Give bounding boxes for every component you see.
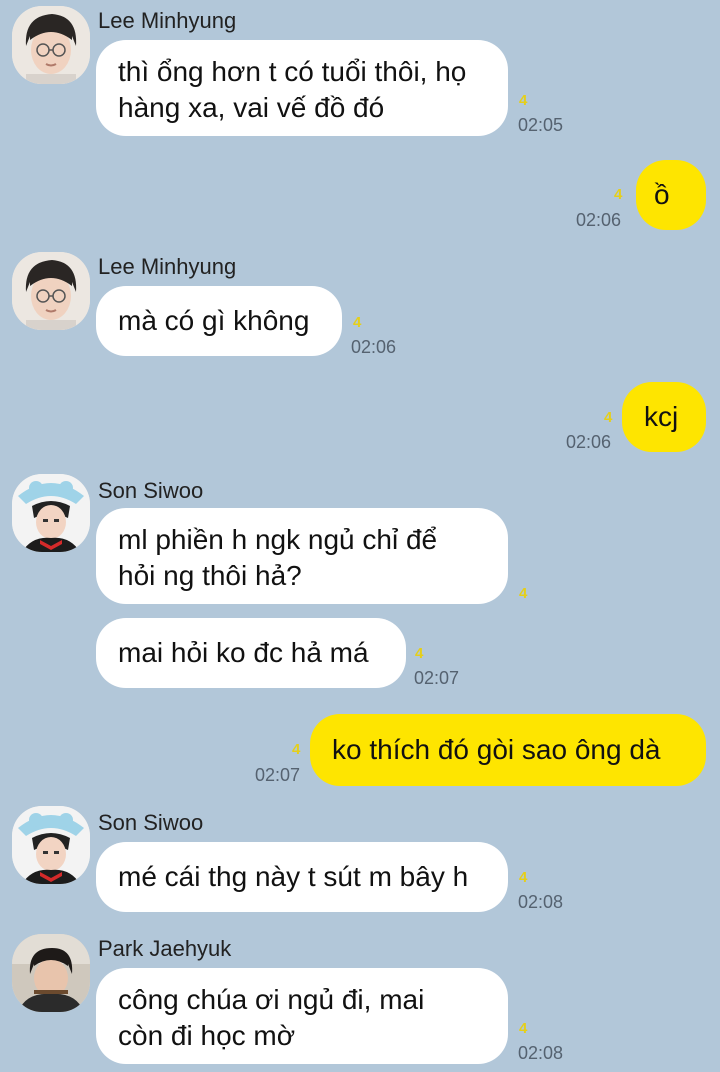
avatar-image bbox=[12, 6, 90, 84]
message-bubble-mine[interactable]: kcj bbox=[622, 382, 706, 452]
message-line: ồ bbox=[654, 179, 670, 210]
avatar-image bbox=[12, 252, 90, 330]
message-time: 02:07 bbox=[255, 765, 301, 785]
unread-count: 4 bbox=[519, 585, 528, 602]
message-line: mai hỏi ko đc hả má bbox=[118, 637, 369, 668]
sender-name: Lee Minhyung bbox=[98, 254, 237, 279]
avatar-image bbox=[12, 474, 90, 552]
message-bubble[interactable]: mé cái thg này t sút m bây h bbox=[96, 842, 508, 912]
sender-name: Son Siwoo bbox=[98, 810, 204, 835]
message-time: 02:05 bbox=[518, 115, 564, 135]
message-bubble-mine[interactable]: ko thích đó gòi sao ông dà bbox=[310, 714, 706, 786]
avatar-image bbox=[12, 806, 90, 884]
message-line: ml phiền h ngk ngủ chỉ để bbox=[118, 524, 438, 555]
message-bubble[interactable]: thì ổng hơn t có tuổi thôi, họ hàng xa, … bbox=[96, 40, 508, 136]
sender-name: Lee Minhyung bbox=[98, 8, 237, 33]
unread-count: 4 bbox=[519, 92, 528, 109]
message-line: hàng xa, vai vế đồ đó bbox=[118, 92, 385, 123]
unread-count: 4 bbox=[415, 645, 424, 662]
message-time: 02:07 bbox=[414, 668, 460, 688]
message-line: hỏi ng thôi hả? bbox=[118, 560, 302, 591]
unread-count: 4 bbox=[614, 186, 623, 203]
message-bubble[interactable]: mà có gì không bbox=[96, 286, 342, 356]
message-line: mà có gì không bbox=[118, 305, 310, 336]
message-bubble[interactable]: mai hỏi ko đc hả má bbox=[96, 618, 406, 688]
message-line: công chúa ơi ngủ đi, mai bbox=[118, 984, 425, 1015]
avatar-lee-minhyung[interactable] bbox=[12, 252, 90, 330]
message-bubble[interactable]: công chúa ơi ngủ đi, mai còn đi học mờ bbox=[96, 968, 508, 1064]
sender-name: Son Siwoo bbox=[98, 478, 204, 503]
unread-count: 4 bbox=[292, 741, 301, 758]
avatar-son-siwoo[interactable] bbox=[12, 474, 90, 552]
avatar-son-siwoo[interactable] bbox=[12, 806, 90, 884]
message-line: còn đi học mờ bbox=[118, 1020, 296, 1051]
unread-count: 4 bbox=[604, 409, 613, 426]
message-bubble-mine[interactable]: ồ bbox=[636, 160, 706, 230]
message-time: 02:08 bbox=[518, 892, 564, 912]
message-time: 02:06 bbox=[576, 210, 622, 230]
message-bubble[interactable]: ml phiền h ngk ngủ chỉ để hỏi ng thôi hả… bbox=[96, 508, 508, 604]
message-line: mé cái thg này t sút m bây h bbox=[118, 861, 469, 892]
message-time: 02:06 bbox=[566, 432, 612, 452]
message-time: 02:08 bbox=[518, 1043, 564, 1063]
unread-count: 4 bbox=[353, 314, 362, 331]
unread-count: 4 bbox=[519, 869, 528, 886]
avatar-image bbox=[12, 934, 90, 1012]
message-line: kcj bbox=[644, 401, 679, 432]
avatar-lee-minhyung[interactable] bbox=[12, 6, 90, 84]
unread-count: 4 bbox=[519, 1020, 528, 1037]
avatar-park-jaehyuk[interactable] bbox=[12, 934, 90, 1012]
message-line: thì ổng hơn t có tuổi thôi, họ bbox=[118, 56, 467, 87]
message-line: ko thích đó gòi sao ông dà bbox=[332, 734, 661, 765]
message-time: 02:06 bbox=[351, 337, 397, 357]
sender-name: Park Jaehyuk bbox=[98, 936, 232, 961]
